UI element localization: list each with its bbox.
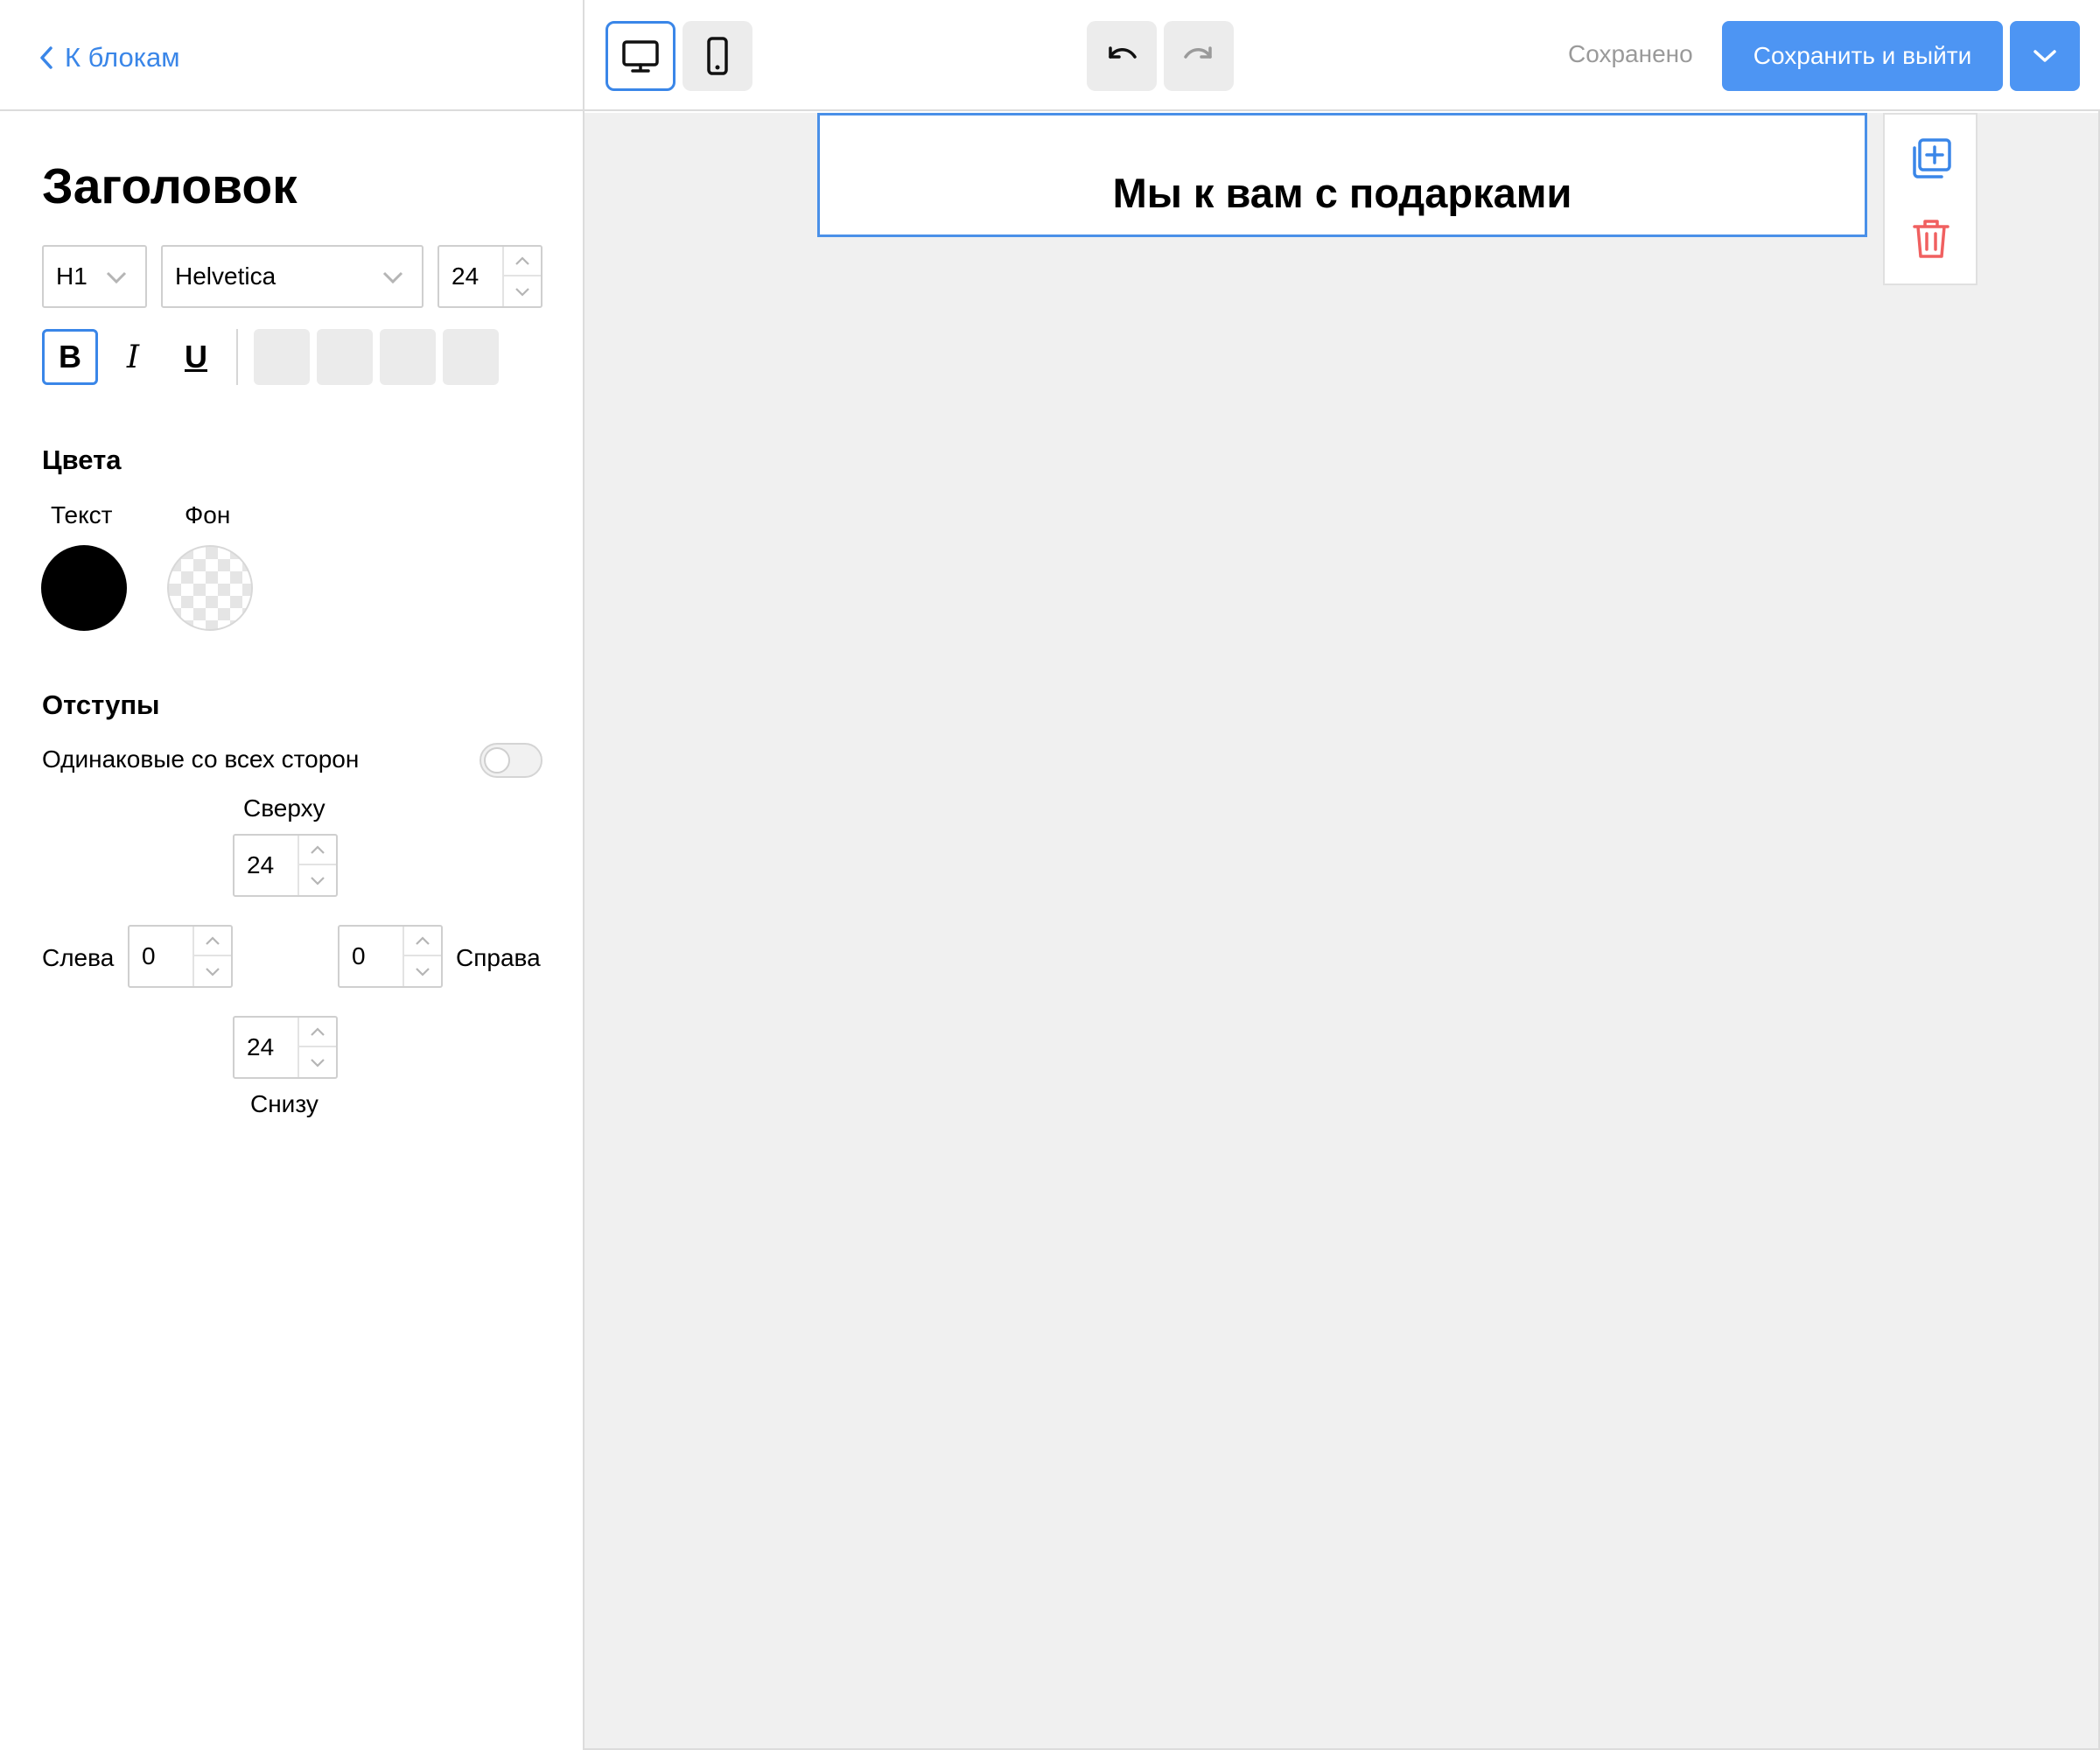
save-options-button[interactable]: [2010, 21, 2080, 91]
decrement-button[interactable]: [299, 1047, 336, 1077]
toggle-knob: [484, 747, 510, 774]
stepper-arrows: [298, 836, 336, 895]
undo-icon: [1109, 46, 1137, 59]
trash-icon[interactable]: [1908, 216, 1954, 262]
undo-button[interactable]: [1087, 21, 1157, 91]
chevron-up-icon: [206, 935, 220, 945]
save-and-exit-button[interactable]: Сохранить и выйти: [1722, 21, 2003, 91]
chevron-down-icon: [416, 967, 430, 976]
stepper-arrows: [402, 927, 441, 986]
increment-button[interactable]: [504, 247, 541, 276]
padding-bottom-value[interactable]: 24: [247, 1018, 274, 1077]
padding-left-stepper[interactable]: 0: [128, 925, 233, 988]
top-toolbar: Сохранено Сохранить и выйти: [584, 0, 2100, 111]
decrement-button[interactable]: [404, 956, 441, 986]
block-actions-panel: [1883, 113, 1978, 285]
heading-text[interactable]: Мы к вам с подарками: [1113, 169, 1572, 217]
font-family-select[interactable]: Helvetica: [161, 245, 424, 308]
font-family-value: Helvetica: [175, 262, 276, 290]
chevron-down-icon: [311, 1058, 325, 1068]
back-link-label: К блокам: [65, 42, 180, 73]
heading-level-select[interactable]: H1: [42, 245, 147, 308]
mobile-view-button[interactable]: [682, 21, 752, 91]
stepper-arrows: [502, 247, 541, 306]
save-status: Сохранено: [1568, 40, 1693, 67]
align-justify-button[interactable]: [443, 329, 499, 385]
bold-button[interactable]: B: [42, 329, 98, 385]
bg-color-swatch[interactable]: [167, 545, 253, 631]
chevron-down-icon: [311, 876, 325, 886]
decrement-button[interactable]: [504, 276, 541, 306]
font-size-value[interactable]: 24: [452, 247, 479, 306]
padding-left-value[interactable]: 0: [142, 927, 156, 986]
redo-button[interactable]: [1164, 21, 1234, 91]
font-size-stepper[interactable]: 24: [438, 245, 542, 308]
editor-canvas: Мы к вам с подарками: [584, 113, 2098, 1748]
stepper-arrows: [192, 927, 231, 986]
text-color-label: Текст: [51, 501, 113, 528]
sidebar-header: К блокам: [0, 0, 584, 111]
chevron-up-icon: [311, 844, 325, 854]
desktop-icon: [622, 40, 659, 73]
padding-section-title: Отступы: [42, 690, 160, 720]
decrement-button[interactable]: [299, 865, 336, 895]
padding-top-value[interactable]: 24: [247, 836, 274, 895]
desktop-view-button[interactable]: [606, 21, 676, 91]
colors-section-title: Цвета: [42, 444, 122, 475]
italic-button[interactable]: I: [105, 329, 161, 385]
chevron-left-icon: [40, 46, 52, 69]
same-padding-toggle[interactable]: [480, 743, 542, 778]
padding-right-value[interactable]: 0: [352, 927, 366, 986]
padding-bottom-stepper[interactable]: 24: [233, 1016, 338, 1079]
heading-level-value: H1: [56, 262, 88, 290]
chevron-down-icon: [382, 271, 403, 284]
panel-title: Заголовок: [42, 158, 298, 214]
increment-button[interactable]: [299, 1018, 336, 1047]
bg-color-label: Фон: [185, 501, 231, 528]
stepper-arrows: [298, 1018, 336, 1077]
increment-button[interactable]: [404, 927, 441, 956]
chevron-up-icon: [515, 256, 529, 265]
increment-button[interactable]: [299, 836, 336, 865]
duplicate-icon[interactable]: [1908, 136, 1954, 181]
padding-right-stepper[interactable]: 0: [338, 925, 443, 988]
chevron-up-icon: [416, 935, 430, 945]
padding-right-label: Справа: [456, 944, 541, 971]
chevron-down-icon: [515, 287, 529, 297]
back-to-blocks-link[interactable]: К блокам: [38, 40, 180, 75]
underline-button[interactable]: U: [168, 329, 224, 385]
settings-sidebar: К блокам Заголовок H1 Helvetica 24 B I U: [0, 0, 584, 1750]
padding-top-label: Сверху: [243, 794, 326, 822]
padding-left-label: Слева: [42, 944, 115, 971]
chevron-down-icon: [2034, 50, 2056, 62]
redo-icon: [1184, 46, 1212, 59]
padding-top-stepper[interactable]: 24: [233, 834, 338, 897]
increment-button[interactable]: [194, 927, 231, 956]
padding-bottom-label: Снизу: [250, 1090, 318, 1117]
text-color-swatch[interactable]: [41, 545, 127, 631]
same-padding-label: Одинаковые со всех сторон: [42, 746, 360, 773]
align-center-button[interactable]: [317, 329, 373, 385]
chevron-down-icon: [106, 271, 127, 284]
decrement-button[interactable]: [194, 956, 231, 986]
toolbar-divider: [236, 329, 238, 385]
chevron-up-icon: [311, 1026, 325, 1036]
align-left-button[interactable]: [254, 329, 310, 385]
chevron-down-icon: [206, 967, 220, 976]
align-right-button[interactable]: [380, 329, 436, 385]
heading-block[interactable]: Мы к вам с подарками: [817, 113, 1867, 237]
mobile-icon: [707, 37, 728, 75]
